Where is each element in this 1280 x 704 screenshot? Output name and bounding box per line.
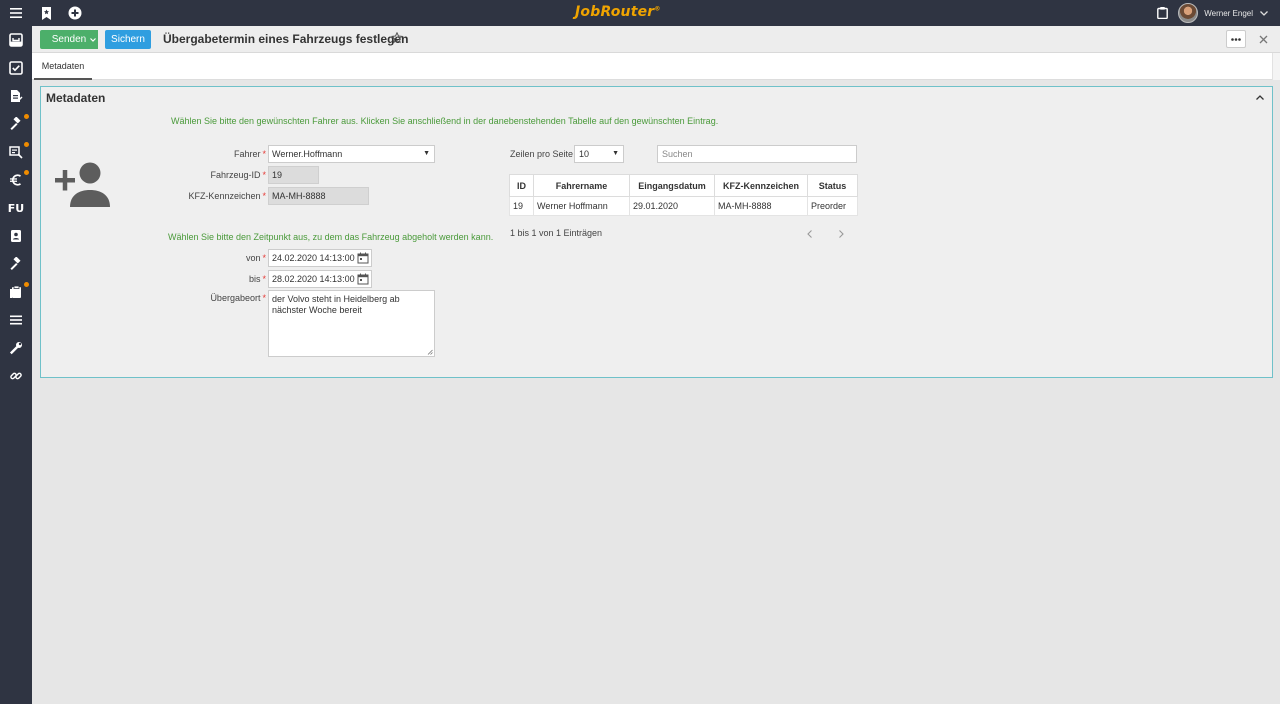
vehicle-id-label: Fahrzeug-ID * bbox=[210, 170, 266, 180]
sidebar-item-settings[interactable] bbox=[6, 338, 26, 358]
column-header-fahrername[interactable]: Fahrername bbox=[533, 174, 630, 197]
tab-metadaten[interactable]: Metadaten bbox=[34, 53, 92, 80]
sidebar-item-clipboard[interactable] bbox=[6, 282, 29, 302]
driver-table: ID Fahrername Eingangsdatum KFZ-Kennzeic… bbox=[509, 174, 858, 216]
document-edit-icon bbox=[11, 90, 23, 102]
sidebar-item-list[interactable] bbox=[6, 310, 26, 330]
to-datetime-input[interactable]: 28.02.2020 14:13:00 bbox=[268, 270, 372, 288]
license-plate-label: KFZ-Kennzeichen * bbox=[188, 191, 266, 201]
clipboard-icon bbox=[10, 285, 21, 298]
chevron-down-icon bbox=[1260, 9, 1268, 18]
sidebar-item-tools[interactable] bbox=[6, 254, 26, 274]
license-plate-field: MA-MH-8888 bbox=[268, 187, 369, 205]
bookmark-star-icon[interactable] bbox=[38, 5, 54, 21]
vehicle-id-field: 19 bbox=[268, 166, 319, 184]
chevron-down-icon bbox=[89, 37, 96, 42]
avatar bbox=[1178, 3, 1199, 23]
brand-logo: JobRouter® bbox=[575, 4, 661, 20]
euro-icon bbox=[10, 174, 22, 186]
table-cell: MA-MH-8888 bbox=[714, 196, 808, 216]
chevron-up-icon[interactable] bbox=[1255, 92, 1265, 102]
calendar-icon[interactable] bbox=[357, 252, 369, 264]
driver-select[interactable]: Werner.Hoffmann ▼ bbox=[268, 145, 435, 163]
hammer-icon bbox=[10, 257, 21, 271]
notification-badge bbox=[24, 170, 29, 175]
sidebar: FU bbox=[0, 26, 32, 704]
page-title: Übergabetermin eines Fahrzeugs festlegen bbox=[163, 32, 409, 46]
search-input[interactable]: Suchen bbox=[657, 145, 857, 163]
table-header-row: ID Fahrername Eingangsdatum KFZ-Kennzeic… bbox=[509, 174, 858, 197]
column-header-status[interactable]: Status bbox=[807, 174, 858, 197]
inbox-icon bbox=[9, 33, 23, 47]
resize-grip-icon[interactable] bbox=[427, 349, 433, 355]
sidebar-item-tasks[interactable] bbox=[6, 58, 26, 78]
top-bar: JobRouter® Werner Engel bbox=[0, 0, 1280, 26]
chevron-left-icon[interactable] bbox=[804, 228, 814, 240]
user-add-icon bbox=[55, 161, 111, 212]
to-label: bis * bbox=[248, 274, 266, 284]
sidebar-item-fu[interactable]: FU bbox=[6, 198, 26, 218]
column-header-kfz[interactable]: KFZ-Kennzeichen bbox=[714, 174, 808, 197]
panel-title: Metadaten bbox=[46, 91, 106, 105]
sidebar-item-auction[interactable] bbox=[6, 114, 29, 134]
from-datetime-input[interactable]: 24.02.2020 14:13:00 bbox=[268, 249, 372, 267]
process-header: Senden Sichern Übergabetermin eines Fahr… bbox=[32, 26, 1280, 53]
add-circle-icon[interactable] bbox=[67, 5, 83, 21]
sidebar-item-finance[interactable] bbox=[6, 170, 29, 190]
more-options-button[interactable] bbox=[1226, 30, 1246, 48]
rows-per-page-select[interactable]: 10 ▼ bbox=[574, 145, 624, 163]
clipboard-icon[interactable] bbox=[1154, 5, 1170, 21]
user-name: Werner Engel bbox=[1204, 8, 1253, 18]
checkbox-icon bbox=[9, 61, 23, 75]
wrench-icon bbox=[9, 342, 22, 355]
notification-badge bbox=[24, 114, 29, 119]
sidebar-item-links[interactable] bbox=[6, 366, 26, 386]
scrollbar[interactable] bbox=[1272, 53, 1280, 80]
sidebar-item-contacts[interactable] bbox=[6, 226, 26, 246]
table-cell: 19 bbox=[509, 196, 534, 216]
hint-select-driver: Wählen Sie bitte den gewünschten Fahrer … bbox=[171, 116, 719, 126]
table-cell: 29.01.2020 bbox=[629, 196, 715, 216]
table-cell: Werner Hoffmann bbox=[533, 196, 630, 216]
user-menu[interactable]: Werner Engel bbox=[1178, 2, 1268, 24]
favorite-star-icon[interactable] bbox=[390, 31, 404, 47]
notification-badge bbox=[24, 142, 29, 147]
sidebar-item-inbox[interactable] bbox=[6, 30, 26, 50]
tab-bar: Metadaten bbox=[32, 53, 1280, 80]
calendar-icon[interactable] bbox=[357, 273, 369, 285]
ellipsis-icon bbox=[1231, 37, 1241, 41]
sidebar-item-cart[interactable] bbox=[6, 142, 29, 162]
sidebar-item-documents[interactable] bbox=[6, 86, 26, 106]
table-row[interactable]: 19 Werner Hoffmann 29.01.2020 MA-MH-8888… bbox=[509, 196, 858, 216]
dropdown-caret-icon: ▼ bbox=[612, 150, 619, 157]
close-icon[interactable] bbox=[1256, 31, 1270, 47]
table-cell: Preorder bbox=[807, 196, 858, 216]
save-button[interactable]: Sichern bbox=[105, 30, 151, 49]
driver-label: Fahrer * bbox=[233, 149, 266, 159]
hammer-icon bbox=[10, 117, 21, 131]
hint-select-time: Wählen Sie bitte den Zeitpunkt aus, zu d… bbox=[168, 232, 494, 242]
send-options-button[interactable] bbox=[87, 30, 98, 49]
cart-icon bbox=[9, 146, 23, 159]
notification-badge bbox=[24, 282, 29, 287]
column-header-eingangsdatum[interactable]: Eingangsdatum bbox=[629, 174, 715, 197]
list-icon bbox=[10, 315, 22, 325]
chevron-right-icon[interactable] bbox=[836, 228, 846, 240]
dropdown-caret-icon: ▼ bbox=[423, 150, 430, 157]
from-label: von * bbox=[245, 253, 266, 263]
link-icon bbox=[10, 372, 22, 380]
metadata-panel: Metadaten Wählen Sie bitte den gewünscht… bbox=[40, 86, 1273, 378]
rows-per-page-label: Zeilen pro Seite bbox=[510, 149, 574, 159]
handover-location-textarea[interactable]: der Volvo steht in Heidelberg ab nächste… bbox=[268, 290, 435, 357]
column-header-id[interactable]: ID bbox=[509, 174, 534, 197]
fu-text-icon: FU bbox=[7, 201, 25, 215]
handover-location-label: Übergabeort * bbox=[210, 293, 266, 303]
hamburger-menu-icon[interactable] bbox=[8, 5, 24, 21]
contact-card-icon bbox=[11, 230, 21, 242]
table-info: 1 bis 1 von 1 Einträgen bbox=[510, 228, 603, 238]
